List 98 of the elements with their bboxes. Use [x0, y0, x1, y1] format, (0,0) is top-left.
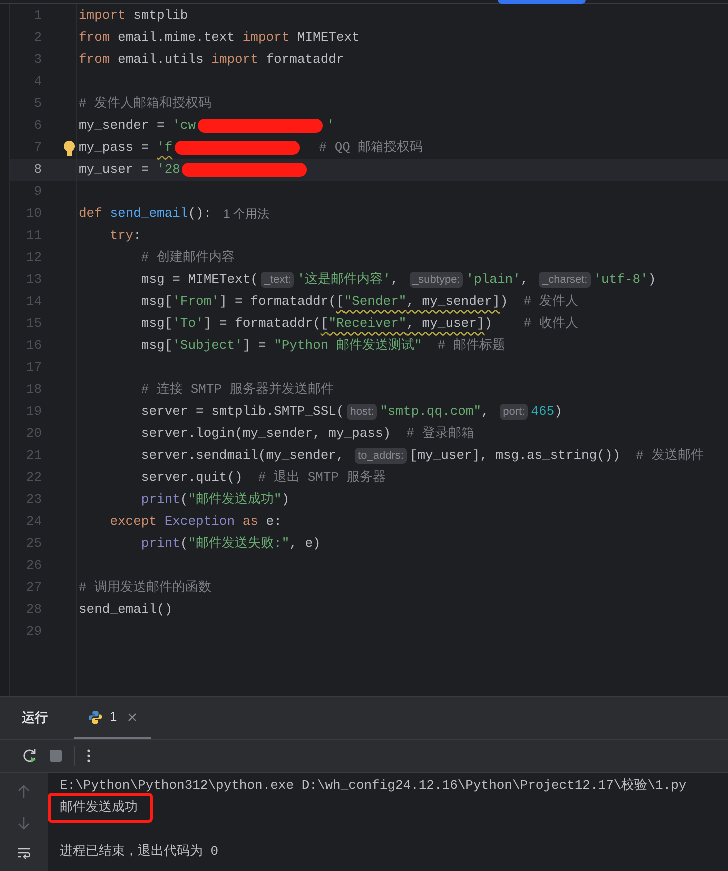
code-token: email.utils: [118, 51, 205, 70]
code-token: ): [500, 293, 508, 312]
code-token: "Python 邮件发送测试": [274, 337, 422, 356]
more-icon[interactable]: [87, 749, 91, 763]
code-token: server.sendmail(my_sender,: [140, 447, 346, 466]
code-token: ): [282, 491, 290, 510]
code-token: ': [327, 117, 335, 136]
panel-title: 运行: [22, 709, 48, 728]
code-token: "Receiver": [328, 315, 407, 334]
code-token: ] = formataddr(: [204, 315, 321, 334]
output-line: 进程已结束，退出代码为 0: [60, 844, 219, 859]
code-token: 465: [531, 403, 555, 422]
code-token: ): [648, 271, 656, 290]
code-token: ] =: [242, 337, 268, 356]
code-token: smtplib: [134, 7, 188, 26]
code-token: msg[: [140, 293, 173, 312]
code-token: print: [140, 535, 180, 554]
code-token: ): [554, 403, 562, 422]
code-token: (: [180, 535, 188, 554]
line-number: 8: [33, 161, 42, 180]
code-token: [my_user], msg.as_string()): [410, 447, 621, 466]
code-token: # 调用发送邮件的函数: [79, 579, 212, 598]
code-token: ,: [520, 271, 530, 290]
code-token: [: [320, 315, 329, 334]
rerun-icon[interactable]: [22, 748, 38, 764]
code-token: 'plain': [466, 271, 521, 290]
code-token: (: [180, 491, 188, 510]
code-token: def: [79, 205, 104, 224]
parameter-hint: _charset:: [539, 272, 591, 288]
code-token: try: [109, 227, 134, 246]
code-token: "邮件发送失败:": [188, 535, 290, 554]
code-token: ): [484, 315, 493, 334]
code-token: :: [134, 227, 142, 246]
code-token: '28: [157, 161, 180, 180]
code-token: msg[: [140, 337, 173, 356]
code-token: my_user =: [79, 161, 150, 180]
code-token: ,: [482, 403, 490, 422]
code-token: send_email: [110, 205, 188, 224]
code-token: # 登录邮箱: [406, 425, 474, 444]
code-token: # QQ 邮箱授权码: [318, 139, 424, 158]
code-token: # 邮件标题: [436, 337, 506, 356]
code-token: # 发件人邮箱和授权码: [79, 95, 212, 114]
code-token: 'utf-8': [594, 271, 648, 290]
code-token: 'From': [172, 293, 220, 312]
code-token: 'f: [157, 139, 173, 158]
code-token: email.mime.text: [118, 29, 236, 48]
code-token: as: [242, 513, 260, 532]
code-token: ,: [390, 271, 400, 290]
code-token: import: [242, 29, 291, 48]
code-token: server = smtplib.SMTP_SSL(: [140, 403, 344, 422]
code-token: 'cw: [172, 117, 196, 136]
code-token: '这是邮件内容': [297, 271, 391, 290]
code-token: my_pass =: [79, 139, 150, 158]
code-token: import: [79, 7, 127, 26]
code-token: , e): [290, 535, 321, 554]
code-token: # 创建邮件内容: [140, 249, 236, 268]
close-icon[interactable]: [128, 712, 138, 722]
code-token: from: [79, 51, 112, 70]
code-token: from: [79, 29, 112, 48]
code-token: "邮件发送成功": [188, 491, 282, 510]
code-token: my_sender =: [79, 117, 166, 136]
code-token: ] = formataddr(: [219, 293, 336, 312]
parameter-hint: to_addrs:: [355, 448, 407, 464]
code-token: server.quit(): [140, 469, 243, 488]
parameter-hint: _subtype:: [410, 272, 464, 288]
code-token: msg[: [140, 315, 173, 334]
code-token: formataddr: [266, 51, 344, 70]
code-token: 'To': [172, 315, 204, 334]
code-token: # 发送邮件: [635, 447, 704, 466]
code-token: 'Subject': [172, 337, 243, 356]
usage-hint[interactable]: 1 个用法: [224, 205, 270, 223]
code-token: msg = MIMEText(: [140, 271, 258, 290]
code-token: "Sender": [344, 293, 407, 312]
code-token: e:: [266, 513, 282, 532]
code-token: import: [212, 51, 260, 70]
parameter-hint: port:: [500, 404, 528, 420]
code-token: MIMEText: [297, 29, 360, 48]
code-token: server.login(my_sender, my_pass): [140, 425, 392, 444]
lightbulb-icon[interactable]: [64, 140, 75, 156]
code-token: , my_user]: [406, 315, 485, 334]
code-token: # 收件人: [522, 315, 578, 334]
code-token: [: [336, 293, 344, 312]
code-token: # 发件人: [522, 293, 578, 312]
code-token: , my_sender]: [406, 293, 500, 312]
code-token: Exception: [164, 513, 236, 532]
parameter-hint: host:: [347, 404, 378, 420]
code-token: # 连接 SMTP 服务器并发送邮件: [140, 381, 334, 400]
python-icon: [88, 710, 103, 724]
output-line: E:\Python\Python312\python.exe D:\wh_config24.12.16\Python\Project12.17\校验\1.py: [60, 778, 687, 793]
code-token: print: [140, 491, 180, 510]
code-token: ():: [188, 205, 212, 224]
soft-wrap-icon[interactable]: [17, 847, 31, 859]
code-token: "smtp.qq.com": [380, 403, 482, 422]
output-line: 邮件发送成功: [60, 800, 138, 815]
parameter-hint: _text:: [261, 272, 294, 288]
code-token: send_email(): [79, 601, 173, 620]
code-token: except: [109, 513, 158, 532]
code-token: # 退出 SMTP 服务器: [257, 469, 386, 488]
